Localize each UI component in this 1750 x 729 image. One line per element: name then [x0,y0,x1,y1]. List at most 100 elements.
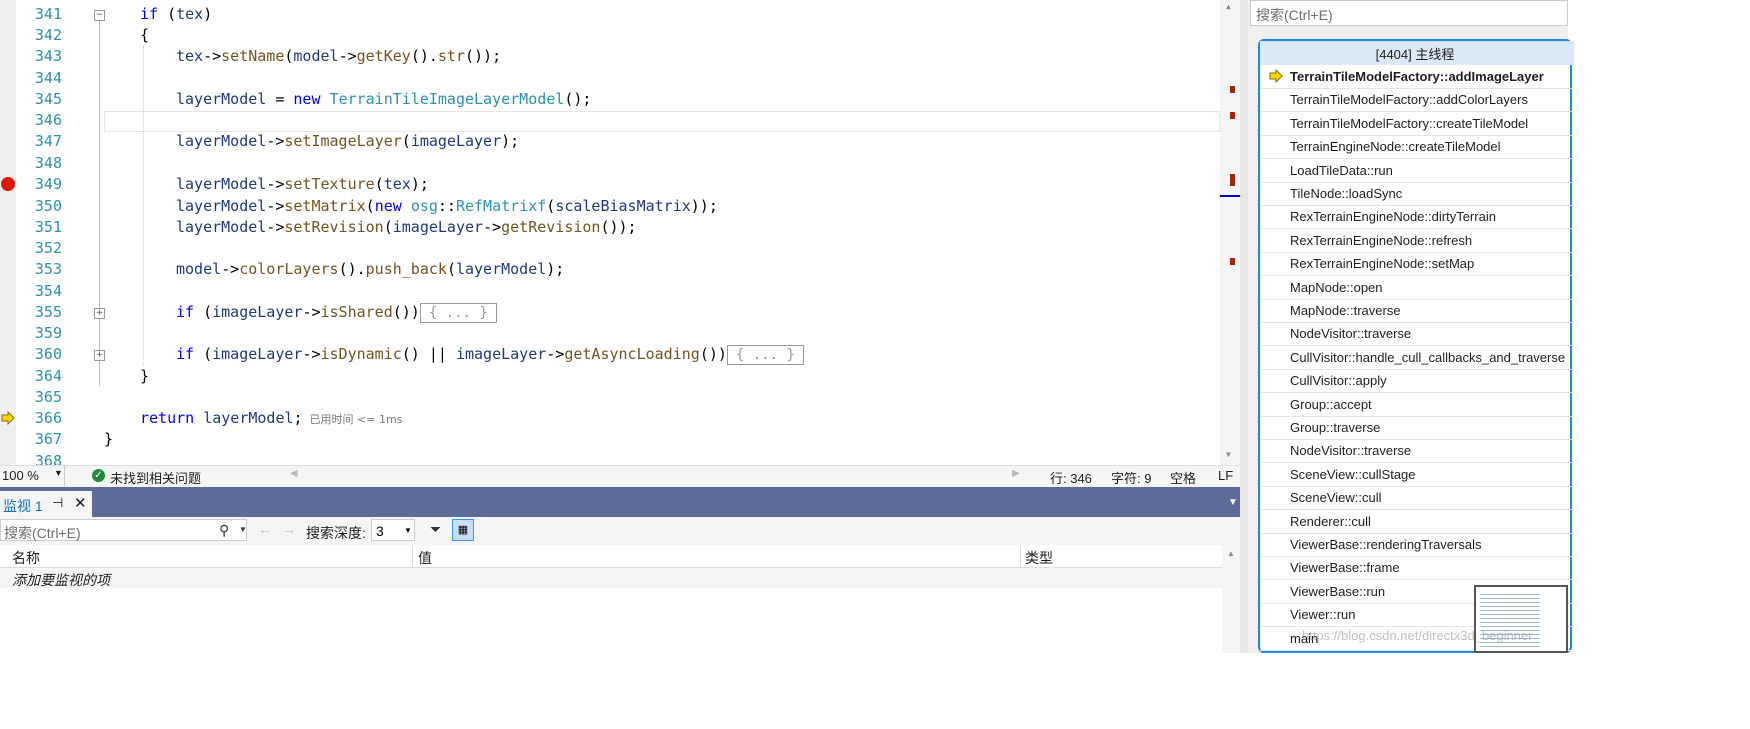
breakpoint-gutter[interactable] [0,0,16,465]
line-indicator[interactable]: 行: 346 [1050,468,1092,487]
stack-frame[interactable]: RexTerrainEngineNode::dirtyTerrain [1260,205,1572,230]
stack-frame[interactable]: SceneView::cullStage [1260,463,1572,487]
panel-options-chevron-icon[interactable]: ▼ [1228,497,1238,508]
code-line[interactable]: if (imageLayer->isDynamic() || imageLaye… [104,344,804,365]
stack-frame[interactable]: NodeVisitor::traverse [1260,439,1572,464]
breakpoint-icon[interactable] [1,177,15,191]
line-number: 341 [34,5,62,23]
add-watch-row[interactable]: 添加要监视的项 [0,568,1222,588]
scroll-right-icon[interactable]: ▶ [1012,468,1020,479]
hex-display-toggle-icon[interactable]: ▦ [452,519,474,541]
code-line[interactable]: if (tex) [104,4,212,25]
search-depth-label: 搜索深度: [306,525,366,541]
stack-frame[interactable]: TerrainTileModelFactory::addColorLayers [1260,88,1572,113]
stack-frame[interactable]: Group::accept [1260,393,1572,417]
column-header-value[interactable]: 值 [418,548,432,568]
column-header-name[interactable]: 名称 [12,548,40,568]
code-line[interactable]: layerModel = new TerrainTileImageLayerMo… [104,89,591,110]
stack-frame-label: MapNode::traverse [1290,303,1401,318]
column-resizer[interactable] [1020,545,1021,567]
code-line[interactable]: layerModel->setMatrix(new osg::RefMatrix… [104,196,718,217]
editor-vertical-scrollbar[interactable]: ▲ ▼ [1220,0,1240,465]
scrollbar-marker [1230,86,1235,93]
stack-frame[interactable]: MapNode::open [1260,276,1572,300]
stack-frame[interactable]: TerrainEngineNode::createTileModel [1260,135,1572,160]
stack-frame-label: RexTerrainEngineNode::setMap [1290,256,1475,272]
line-number: 344 [34,69,62,87]
chevron-down-icon: ▼ [54,468,63,478]
column-resizer[interactable] [412,545,413,567]
search-depth-value: 3 [376,523,384,539]
collapsed-block[interactable]: { ... } [726,344,804,365]
code-line[interactable]: layerModel->setRevision(imageLayer->getR… [104,217,637,238]
stack-frame[interactable]: ViewerBase::frame [1260,556,1572,581]
stack-frame[interactable]: RexTerrainEngineNode::setMap [1260,252,1572,277]
stack-frame[interactable]: MapNode::traverse [1260,299,1572,323]
stack-frame[interactable]: TerrainTileModelFactory::createTileModel [1260,112,1572,136]
filter-icon[interactable]: ⏷ [430,521,441,538]
stack-frame[interactable]: TerrainTileModelFactory::addImageLayer [1260,65,1572,89]
stack-frame-label: ViewerBase::renderingTraversals [1290,537,1482,552]
line-number: 350 [34,197,62,215]
stacks-search-input[interactable]: 搜索(Ctrl+E) [1250,0,1568,26]
column-header-type[interactable]: 类型 [1025,548,1053,568]
line-number: 364 [34,367,62,385]
code-line[interactable]: layerModel->setImageLayer(imageLayer); [104,131,519,152]
stack-frame[interactable]: LoadTileData::run [1260,159,1572,183]
stack-frame-label: ViewerBase::run [1290,583,1386,599]
watch-vertical-scrollbar[interactable]: ▲ [1222,545,1240,653]
code-line[interactable]: model->colorLayers().push_back(layerMode… [104,259,564,280]
arrow-right-icon[interactable]: → [282,521,296,537]
chevron-down-icon: ▼ [404,526,412,535]
code-line[interactable]: return layerModel; 已用时间 <= 1ms [104,408,402,430]
pin-icon[interactable]: ⊣ [52,495,63,511]
code-line[interactable]: if (imageLayer->isShared()){ ... } [104,302,497,323]
column-indicator[interactable]: 字符: 9 [1111,468,1151,487]
close-icon[interactable]: ✕ [74,494,87,512]
watch-toolbar: 搜索(Ctrl+E) ⚲ ▼ ← → 搜索深度: 3 ▼ ⏷ ▦ [0,517,1240,545]
line-number: 346 [34,111,62,129]
zoom-level-dropdown[interactable]: 100 % ▼ [0,466,65,486]
panel-splitter[interactable] [1240,0,1248,653]
line-number: 355 [34,303,62,321]
collapsed-block[interactable]: { ... } [419,302,497,323]
search-depth-select[interactable]: 3 ▼ [371,519,415,541]
stack-frame[interactable]: CullVisitor::apply [1260,369,1572,394]
whitespace-indicator[interactable]: 空格 [1170,468,1196,487]
issues-status[interactable]: 未找到相关问题 [110,468,201,487]
watch-search-input[interactable]: 搜索(Ctrl+E) ⚲ ▼ [0,519,247,541]
scroll-down-icon[interactable]: ▼ [1226,450,1231,459]
stack-frame[interactable]: TileNode::loadSync [1260,182,1572,206]
scrollbar-caret-marker [1220,195,1240,197]
stack-frame-label: Renderer::cull [1290,513,1371,529]
stack-frame[interactable]: CullVisitor::handle_cull_callbacks_and_t… [1260,346,1572,370]
line-number: 367 [34,430,62,448]
scrollbar-marker [1230,258,1235,265]
search-icon[interactable]: ⚲ [219,522,229,539]
scroll-up-icon[interactable]: ▲ [1226,2,1231,11]
stack-frame-label: NodeVisitor::traverse [1290,326,1412,342]
thread-title: [4404] 主线程 [1375,47,1455,62]
tab-watch-1[interactable]: 监视 1 ⊣ ✕ [0,491,92,517]
stack-frame[interactable]: NodeVisitor::traverse [1260,322,1572,347]
line-number: 354 [34,282,62,300]
stack-frame[interactable]: RexTerrainEngineNode::refresh [1260,229,1572,253]
code-line[interactable]: layerModel->setTexture(tex); [104,174,429,195]
chevron-down-icon[interactable]: ▼ [239,525,247,534]
stack-frame[interactable]: SceneView::cull [1260,486,1572,511]
code-line[interactable]: } [104,366,149,387]
stack-frame[interactable]: Group::traverse [1260,416,1572,440]
line-ending-indicator[interactable]: LF [1218,468,1233,483]
code-line[interactable]: { [104,25,149,46]
stack-frame[interactable]: ViewerBase::renderingTraversals [1260,533,1572,557]
current-statement-arrow-icon [1,411,15,425]
code-editor[interactable]: 341 342 343 344 345 346 347 348 349 350 … [0,0,1240,465]
code-line[interactable]: tex->setName(model->getKey().str()); [104,46,501,67]
arrow-left-icon[interactable]: ← [258,521,272,537]
thread-stack-node[interactable]: [4404] 主线程 TerrainTileModelFactory::addI… [1258,39,1574,653]
stack-frame-label: NodeVisitor::traverse [1290,443,1412,459]
stack-frame[interactable]: Renderer::cull [1260,510,1572,534]
scroll-left-icon[interactable]: ◀ [290,468,298,479]
code-line[interactable]: } [104,429,113,450]
scroll-up-icon[interactable]: ▲ [1227,549,1235,558]
